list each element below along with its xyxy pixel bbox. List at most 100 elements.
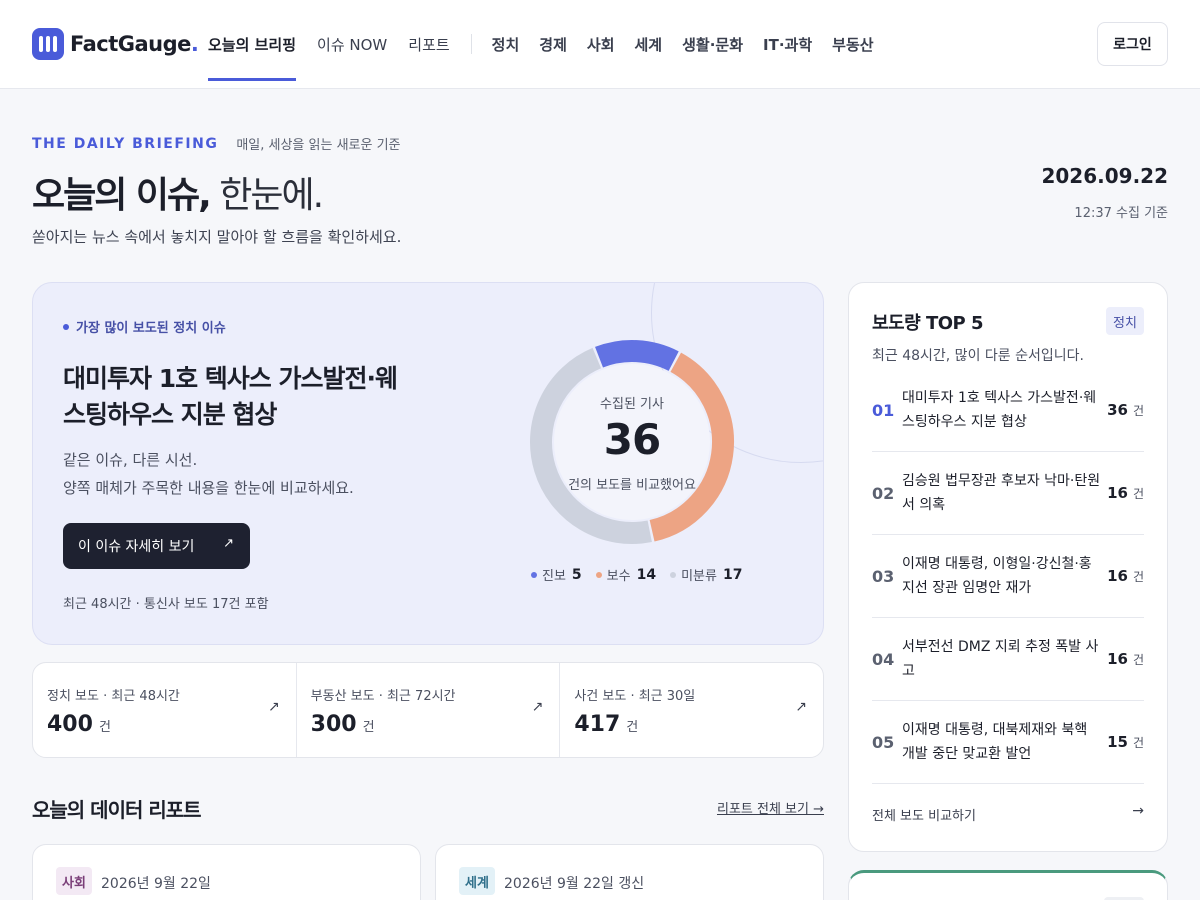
donut-total: 36 [603,415,661,464]
rank-count: 36 건 [1107,401,1144,419]
legend-label: 진보 [542,569,566,584]
logo-text: FactGauge. [70,32,199,56]
featured-issue-desc-2: 양쪽 매체가 주목한 내용을 한눈에 비교하세요. [63,479,354,497]
legend-conservative: 보수 14 [595,565,657,584]
rank-number: 02 [872,483,895,503]
rank-title: 대미투자 1호 텍사스 가스발전·웨스팅하우스 지분 협상 [902,390,1097,430]
legend-value: 17 [722,566,743,583]
nav-issue-now[interactable]: 이슈 NOW [317,0,387,88]
page-title: 오늘의 이슈, 한눈에. [32,175,324,216]
hero-eyebrow: THE DAILY BRIEFING 매일, 세상을 읽는 새로운 기준 [32,134,401,154]
rank-count: 16 건 [1107,567,1144,585]
stat-value: 417 건 [574,712,823,737]
stat-unit: 건 [362,720,375,735]
donut-caption: 수집된 기사 [600,397,664,412]
stat-real-estate[interactable]: 부동산 보도 · 최근 72시간 300 건 ↗ [295,663,560,757]
next-panel-card [848,870,1168,900]
hero-description: 쏟아지는 뉴스 속에서 놓치지 말아야 할 흐름을 확인하세요. [32,228,402,246]
logo-bars-icon [32,28,64,60]
login-button[interactable]: 로그인 [1097,22,1168,66]
briefing-date: 2026.09.22 [1041,164,1168,188]
category-chip: 사회 [56,867,92,895]
top5-item[interactable]: 04 서부전선 DMZ 지뢰 추정 폭발 사고 16 건 [872,618,1144,701]
main-nav: 오늘의 브리핑 이슈 NOW 리포트 정치 경제 사회 세계 생활·문화 IT·… [208,0,894,88]
nav-cat-it-science[interactable]: IT·과학 [763,0,812,88]
nav-cat-society[interactable]: 사회 [587,0,615,88]
stat-number: 417 [574,712,621,737]
nav-cat-politics[interactable]: 정치 [492,0,520,88]
logo[interactable]: FactGauge. [32,28,199,60]
compare-all-link[interactable]: 전체 보도 비교하기 [872,805,976,824]
rank-number: 03 [872,566,895,586]
arrow-up-right-icon: ↗ [531,699,544,715]
legend-value: 14 [636,566,657,583]
stat-unit: 건 [626,720,639,735]
report-date: 2026년 9월 22일 [101,876,211,892]
nav-divider [470,34,472,54]
top5-item[interactable]: 01 대미투자 1호 텍사스 가스발전·웨스팅하우스 지분 협상 36 건 [872,369,1144,452]
nav-cat-life-culture[interactable]: 생활·문화 [682,0,743,88]
top5-item[interactable]: 03 이재명 대통령, 이형일·강신철·홍지선 장관 임명안 재가 16 건 [872,535,1144,618]
view-all-reports-link[interactable]: 리포트 전체 보기 → [717,798,824,817]
legend-dot [670,571,677,578]
stat-incidents[interactable]: 사건 보도 · 최근 30일 417 건 ↗ [559,663,823,757]
featured-issue-label: 가장 많이 보도된 정치 이슈 [63,317,226,336]
nav-cat-real-estate[interactable]: 부동산 [832,0,873,88]
report-date: 2026년 9월 22일 갱신 [504,876,645,892]
category-chip: 세계 [459,867,495,895]
nav-daily-briefing[interactable]: 오늘의 브리핑 [208,0,297,88]
rank-count: 15 건 [1107,733,1144,751]
rank-title: 이재명 대통령, 대북제재와 북핵 개발 중단 맞교환 발언 [902,722,1088,762]
top5-subtitle: 최근 48시간, 많이 다룬 순서입니다. [872,348,1084,364]
legend-unclassified: 미분류 17 [670,565,742,584]
top5-item[interactable]: 05 이재명 대통령, 대북제재와 북핵 개발 중단 맞교환 발언 15 건 [872,701,1144,784]
top5-item[interactable]: 02 김승원 법무장관 후보자 낙마·탄원서 의혹 16 건 [872,452,1144,535]
coverage-donut-chart: 수집된 기사 36 건의 보도를 비교했어요 [527,337,737,547]
featured-issue-footnote: 최근 48시간 · 통신사 보도 17건 포함 [63,597,269,612]
top5-category-chip: 정치 [1106,307,1144,335]
legend-value: 5 [571,566,582,583]
legend-label: 미분류 [681,569,717,584]
stat-label: 정치 보도 · 최근 48시간 [47,689,180,704]
legend-dot [531,571,537,578]
rank-title: 서부전선 DMZ 지뢰 추정 폭발 사고 [902,639,1099,679]
donut-center: 수집된 기사 36 건의 보도를 비교했어요 [527,337,737,547]
stat-label: 사건 보도 · 최근 30일 [574,689,696,704]
stat-label: 부동산 보도 · 최근 72시간 [310,689,456,704]
rank-count: 16 건 [1107,650,1144,668]
nav-report[interactable]: 리포트 [408,0,449,88]
rank-count: 16 건 [1107,484,1144,502]
stat-number: 400 [47,712,93,737]
issue-detail-button[interactable]: 이 이슈 자세히 보기 ↗ [63,523,250,569]
eyebrow-tag: THE DAILY BRIEFING [32,135,219,152]
featured-issue-desc-1: 같은 이슈, 다른 시선. [63,451,198,469]
donut-legend: 진보 5 보수 14 미분류 17 [531,565,756,584]
rank-title: 이재명 대통령, 이형일·강신철·홍지선 장관 임명안 재가 [902,556,1092,596]
data-report-title: 오늘의 데이터 리포트 [32,798,202,822]
report-card[interactable]: 세계 2026년 9월 22일 갱신 [435,844,824,900]
collection-time: 12:37 수집 기준 [1074,206,1168,221]
rank-number: 05 [872,732,895,752]
legend-dot [595,571,602,578]
stat-politics[interactable]: 정치 보도 · 최근 48시간 400 건 ↗ [33,663,296,757]
nav-cat-world[interactable]: 세계 [635,0,663,88]
stat-value: 300 건 [311,712,560,737]
nav-cat-economy[interactable]: 경제 [539,0,567,88]
report-card[interactable]: 사회 2026년 9월 22일 [32,844,421,900]
arrow-up-right-icon: ↗ [223,536,234,551]
arrow-up-right-icon: ↗ [795,699,808,715]
stat-value: 400 건 [47,712,296,737]
arrow-up-right-icon: ↗ [267,699,280,715]
rank-title: 김승원 법무장관 후보자 낙마·탄원서 의혹 [902,473,1101,513]
stat-number: 300 [310,712,357,737]
donut-subtitle: 건의 보도를 비교했어요 [568,478,696,493]
top-header: FactGauge. 오늘의 브리핑 이슈 NOW 리포트 정치 경제 사회 세… [0,0,1200,89]
coverage-stats-row: 정치 보도 · 최근 48시간 400 건 ↗ 부동산 보도 · 최근 72시간… [32,662,824,758]
eyebrow-subtitle: 매일, 세상을 읽는 새로운 기준 [236,138,401,153]
featured-issue-title: 대미투자 1호 텍사스 가스발전·웨스팅하우스 지분 협상 [63,364,398,429]
legend-progressive: 진보 5 [531,565,582,584]
legend-label: 보수 [606,569,631,584]
arrow-right-icon[interactable]: → [1132,803,1144,819]
top5-title: 보도량 TOP 5 [872,313,984,334]
issue-detail-button-label: 이 이슈 자세히 보기 [78,539,195,555]
